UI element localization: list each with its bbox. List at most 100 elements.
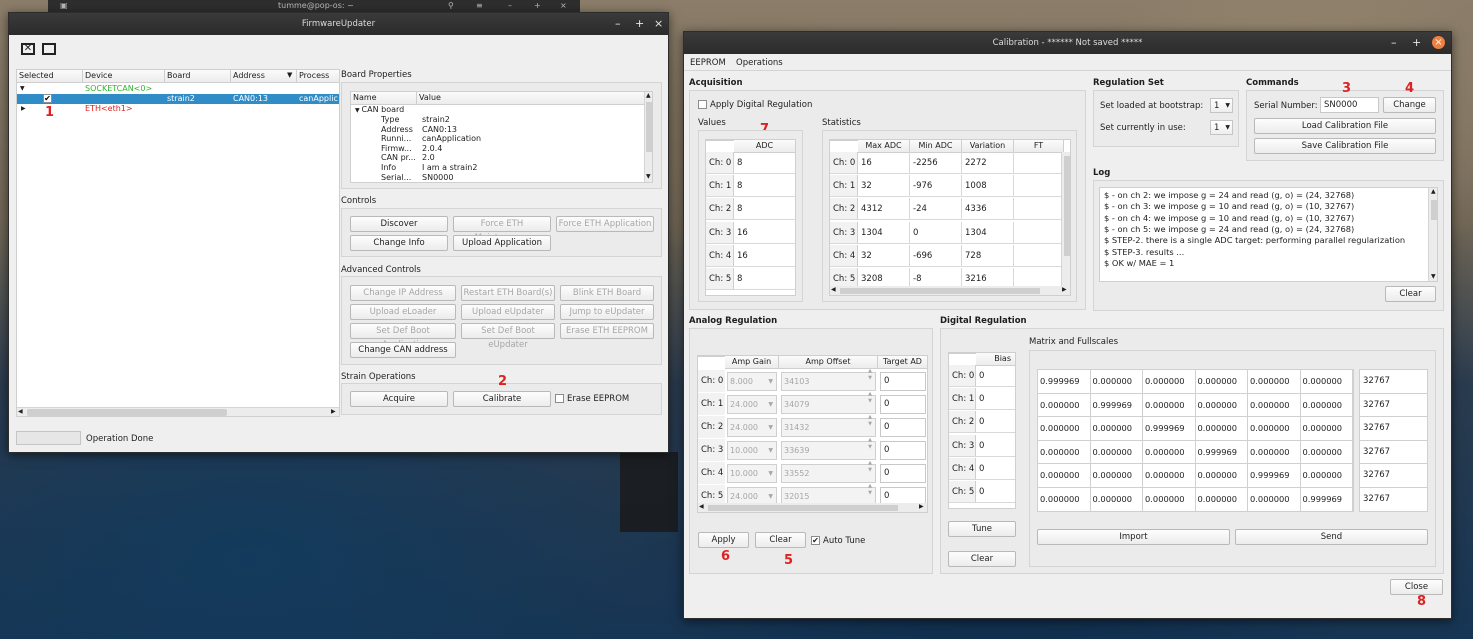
acquire-button[interactable]: Acquire [350,391,448,407]
fullscale-cell[interactable]: 32767 [1360,417,1427,441]
analog-table[interactable]: Amp Gain Amp Offset Target AD Ch: 0 8.000… [697,355,928,513]
analog-clear-button[interactable]: Clear [755,532,806,548]
matrix-cell[interactable]: 0.000000 [1248,417,1301,441]
stats-hscrollbar[interactable]: ◀ ▶ [830,286,1070,295]
minimize-icon[interactable]: – [508,0,512,11]
close-icon[interactable]: × [560,0,567,11]
fullscale-cell[interactable]: 32767 [1360,488,1427,511]
matrix-cell[interactable]: 0.999969 [1090,393,1143,418]
matrix-cell[interactable]: 0.000000 [1038,440,1091,465]
matrix-cell[interactable]: 0.999969 [1248,464,1301,488]
matrix-cell[interactable]: 0.000000 [1248,393,1301,418]
matrix-cell[interactable]: 0.000000 [1300,370,1353,394]
matrix-cell[interactable]: 0.000000 [1143,393,1196,418]
amp-gain-combo[interactable]: 8.000 ▼ [727,372,777,391]
load-calibration-button[interactable]: Load Calibration File [1254,118,1436,134]
matrix-cell[interactable]: 0.000000 [1038,464,1091,488]
apply-digital-checkbox[interactable] [698,100,707,109]
restart-eth-boards-button[interactable]: Restart ETH Board(s) [461,285,555,301]
tune-button[interactable]: Tune [948,521,1016,537]
scroll-left-icon[interactable]: ◀ [18,408,23,415]
close-button[interactable]: × [654,13,663,35]
board-checkbox[interactable]: ✔ [43,94,52,103]
set-def-boot-eapplication-button[interactable]: Set Def Boot eApplication [350,323,456,350]
cal-titlebar[interactable]: Calibration - ****** Not saved ***** – +… [684,32,1451,54]
matrix-cell[interactable]: 0.000000 [1300,464,1353,488]
scroll-thumb[interactable] [646,102,652,152]
menu-eeprom[interactable]: EEPROM [690,58,726,68]
matrix-cell[interactable]: 0.000000 [1195,370,1248,394]
tree-row-socketcan[interactable]: ▼ SOCKETCAN<0> [17,84,339,94]
scroll-up-icon[interactable]: ▲ [646,92,651,99]
fullscales-table[interactable]: 32767 32767 32767 32767 32767 32767 [1359,369,1428,512]
maximize-icon[interactable]: + [534,0,541,11]
fw-titlebar[interactable]: FirmwareUpdater – + × [9,13,668,35]
select-all-icon[interactable]: ✕ [21,43,35,55]
tree-hscrollbar[interactable]: ◀ ▶ [17,407,339,416]
blink-eth-board-button[interactable]: Blink ETH Board [560,285,654,301]
digital-clear-button[interactable]: Clear [948,551,1016,567]
matrix-cell[interactable]: 0.999969 [1143,417,1196,441]
apply-button[interactable]: Apply [698,532,749,548]
fullscale-cell[interactable]: 32767 [1360,370,1427,394]
menu-operations[interactable]: Operations [736,58,783,68]
scroll-down-icon[interactable]: ▼ [646,173,651,180]
col-selected[interactable]: Selected [17,70,83,83]
col-board[interactable]: Board [165,70,231,83]
discover-button[interactable]: Discover [350,216,448,232]
matrix-cell[interactable]: 0.000000 [1300,440,1353,465]
change-ip-address-button[interactable]: Change IP Address [350,285,456,301]
target-adc-input[interactable]: 0 [880,441,926,460]
change-info-button[interactable]: Change Info [350,235,448,251]
scroll-thumb[interactable] [708,505,898,511]
tree-row-board[interactable]: ✔ strain2 CAN0:13 canApplic [17,94,339,104]
jump-to-eupdater-button[interactable]: Jump to eUpdater [560,304,654,320]
terminal-icon[interactable]: ▣ [60,0,68,11]
set-current-combo[interactable]: 1 ▼ [1210,120,1233,135]
matrix-cell[interactable]: 0.000000 [1090,417,1143,441]
target-adc-input[interactable]: 0 [880,418,926,437]
scroll-left-icon[interactable]: ◀ [831,286,836,293]
change-button[interactable]: Change [1383,97,1436,113]
scroll-left-icon[interactable]: ◀ [699,503,704,510]
amp-gain-combo[interactable]: 24.000 ▼ [727,418,777,437]
collapse-arrow-icon[interactable]: ▶ [21,104,26,114]
board-properties-table[interactable]: Name Value ▼ CAN board Type strain2 Addres… [350,91,653,183]
matrix-cell[interactable]: 0.000000 [1090,464,1143,488]
amp-offset-spinbox[interactable]: 34103 ▲ ▼ [781,368,876,391]
force-eth-maintenance-button[interactable]: Force ETH Maintenance [453,216,551,243]
matrix-cell[interactable]: 0.000000 [1143,440,1196,465]
scroll-thumb[interactable] [27,409,227,416]
device-tree[interactable]: Selected Device Board Address ▼ Process … [16,69,340,417]
log-clear-button[interactable]: Clear [1385,286,1436,302]
target-adc-input[interactable]: 0 [880,395,926,414]
amp-gain-combo[interactable]: 10.000 ▼ [727,464,777,483]
minimize-button[interactable]: – [1391,32,1397,54]
col-process[interactable]: Process [297,70,339,83]
matrix-cell[interactable]: 0.000000 [1090,440,1143,465]
matrix-cell[interactable]: 0.000000 [1038,417,1091,441]
matrix-cell[interactable]: 0.000000 [1090,370,1143,394]
scroll-right-icon[interactable]: ▶ [331,408,336,415]
scroll-right-icon[interactable]: ▶ [919,503,924,510]
log-text[interactable]: $ - on ch 2: we impose g = 24 and read (… [1099,187,1438,282]
maximize-button[interactable]: + [635,13,644,35]
statistics-table[interactable]: Max ADC Min ADC Variation FT Ch: 0 16 -2256 22… [829,139,1071,296]
amp-offset-spinbox[interactable]: 31432 ▲ ▼ [781,414,876,437]
close-button[interactable]: Close [1390,579,1443,595]
send-button[interactable]: Send [1235,529,1428,545]
tree-row-eth[interactable]: ▶ ETH<eth1> [17,104,339,114]
amp-gain-combo[interactable]: 24.000 ▼ [727,395,777,414]
close-button[interactable]: × [1432,36,1445,49]
amp-offset-spinbox[interactable]: 33552 ▲ ▼ [781,460,876,483]
matrix-cell[interactable]: 0.999969 [1300,488,1353,511]
amp-offset-spinbox[interactable]: 33639 ▲ ▼ [781,437,876,460]
matrix-cell[interactable]: 0.999969 [1038,370,1091,394]
matrix-cell[interactable]: 0.000000 [1195,488,1248,511]
scroll-thumb[interactable] [1431,200,1437,220]
matrix-cell[interactable]: 0.000000 [1143,464,1196,488]
calibrate-button[interactable]: Calibrate [453,391,551,407]
matrix-cell[interactable]: 0.000000 [1038,393,1091,418]
deselect-all-icon[interactable] [42,43,56,55]
upload-application-button[interactable]: Upload Application [453,235,551,251]
